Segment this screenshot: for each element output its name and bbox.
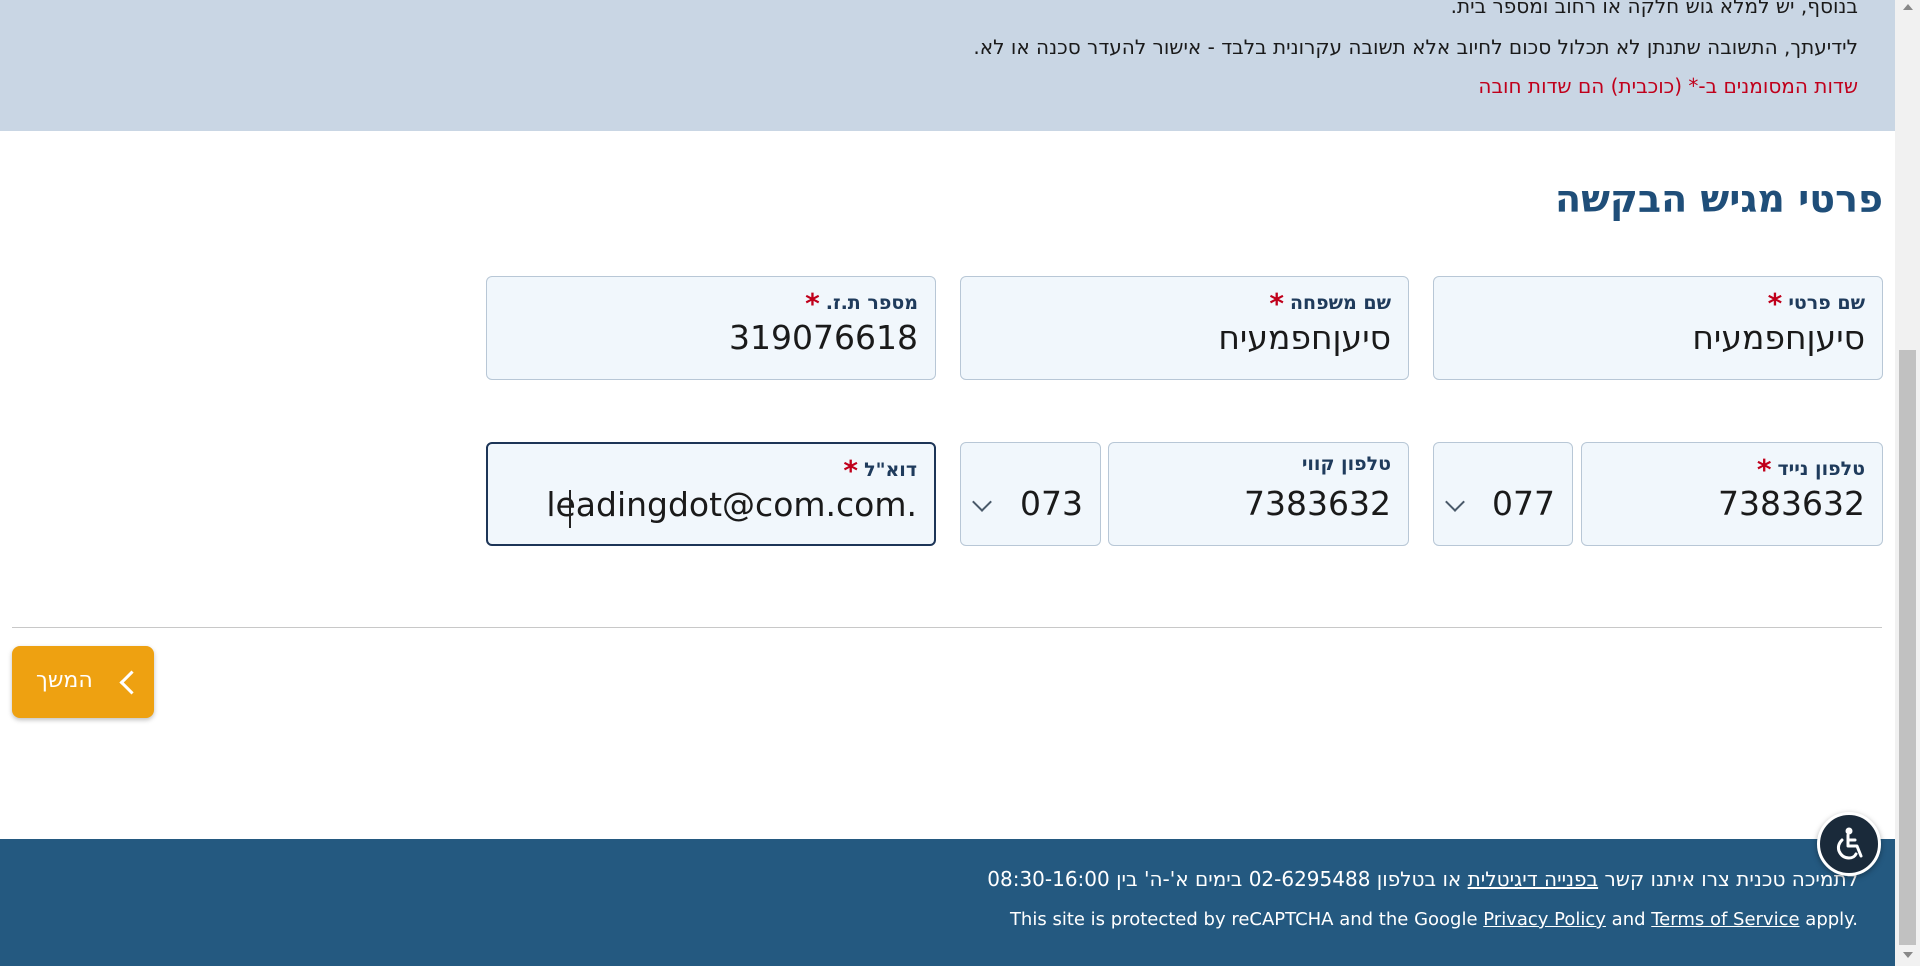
chevron-down-icon bbox=[1445, 492, 1465, 512]
last-name-value[interactable]: סיעןחפמעיח bbox=[1218, 318, 1391, 357]
first-name-value[interactable]: סיעןחפמעיח bbox=[1692, 318, 1865, 357]
text-caret bbox=[569, 490, 571, 528]
landline-phone-label: טלפון קווי bbox=[1301, 453, 1391, 475]
footer: לתמיכה טכנית צרו איתנו קשר בפנייה דיגיטל… bbox=[0, 839, 1895, 966]
id-number-field[interactable]: מספר ת.ז.* 319076618 bbox=[486, 276, 936, 380]
info-text-2: לידיעתך, התשובה שתנתן לא תכלול סכום לחיו… bbox=[973, 35, 1858, 59]
digital-contact-link[interactable]: בפנייה דיגיטלית bbox=[1468, 867, 1599, 891]
required-mark: * bbox=[1767, 287, 1783, 320]
divider bbox=[12, 627, 1882, 628]
accessibility-icon bbox=[1836, 827, 1863, 860]
mobile-phone-field[interactable]: טלפון נייד* 7383632 bbox=[1581, 442, 1883, 546]
required-mark: * bbox=[843, 454, 859, 487]
required-mark: * bbox=[1269, 287, 1284, 320]
info-text-1: בנוסף, יש למלא גוש חלקה או רחוב ומספר בי… bbox=[1450, 0, 1858, 18]
landline-phone-field[interactable]: טלפון קווי 7383632 bbox=[1108, 442, 1409, 546]
required-mark: * bbox=[805, 287, 820, 320]
scrollbar[interactable] bbox=[1895, 0, 1920, 966]
accessibility-button[interactable] bbox=[1817, 812, 1881, 876]
terms-of-service-link[interactable]: Terms of Service bbox=[1651, 909, 1799, 930]
required-fields-note: שדות המסומנים ב-* (כוכבית) הם שדות חובה bbox=[1478, 74, 1858, 98]
scroll-thumb[interactable] bbox=[1899, 350, 1916, 945]
mobile-phone-value[interactable]: 7383632 bbox=[1718, 484, 1865, 523]
continue-label: המשך bbox=[36, 668, 93, 693]
scroll-down-icon[interactable] bbox=[1903, 952, 1913, 958]
email-value[interactable]: leadingdot@com.com. bbox=[546, 485, 917, 524]
landline-prefix-value: 073 bbox=[1020, 484, 1083, 523]
chevron-down-icon bbox=[972, 492, 992, 512]
email-label: דוא"ל* bbox=[843, 454, 917, 487]
section-title: פרטי מגיש הבקשה bbox=[1555, 177, 1883, 221]
mobile-prefix-select[interactable]: 077 bbox=[1433, 442, 1573, 546]
privacy-policy-link[interactable]: Privacy Policy bbox=[1483, 909, 1606, 930]
last-name-label: שם משפחה* bbox=[1269, 287, 1391, 320]
last-name-field[interactable]: שם משפחה* סיעןחפמעיח bbox=[960, 276, 1409, 380]
first-name-field[interactable]: שם פרטי* סיעןחפמעיח bbox=[1433, 276, 1883, 380]
required-mark: * bbox=[1756, 453, 1772, 486]
id-number-value[interactable]: 319076618 bbox=[729, 318, 918, 357]
email-field[interactable]: דוא"ל* leadingdot@com.com. bbox=[486, 442, 936, 546]
continue-button[interactable]: המשך bbox=[12, 646, 154, 718]
support-text: לתמיכה טכנית צרו איתנו קשר בפנייה דיגיטל… bbox=[987, 867, 1858, 891]
chevron-left-icon bbox=[119, 670, 144, 695]
recaptcha-notice: This site is protected by reCAPTCHA and … bbox=[1009, 909, 1858, 930]
landline-phone-value[interactable]: 7383632 bbox=[1244, 484, 1391, 523]
scroll-up-icon[interactable] bbox=[1903, 4, 1913, 10]
landline-prefix-select[interactable]: 073 bbox=[960, 442, 1101, 546]
info-band: בנוסף, יש למלא גוש חלקה או רחוב ומספר בי… bbox=[0, 0, 1895, 131]
first-name-label: שם פרטי* bbox=[1767, 287, 1865, 320]
mobile-prefix-value: 077 bbox=[1492, 484, 1555, 523]
mobile-phone-label: טלפון נייד* bbox=[1756, 453, 1865, 486]
id-number-label: מספר ת.ז.* bbox=[805, 287, 918, 320]
